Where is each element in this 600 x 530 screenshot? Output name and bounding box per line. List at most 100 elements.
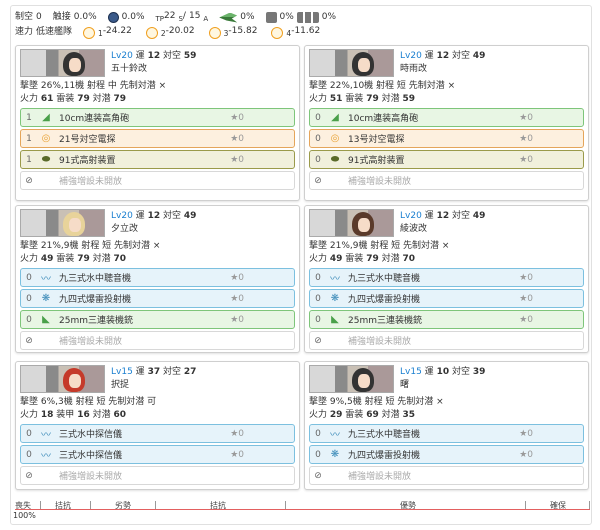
reinforcement-slot[interactable]: ⊘ 補強増設未開放	[309, 466, 584, 485]
ship-name[interactable]: 時雨改	[400, 63, 485, 76]
ship-stats: 撃墜 9%,5機 射程 短 先制対潜 × 火力 29 雷装 69 対潜 35	[305, 396, 588, 422]
aa-value: 39	[472, 367, 486, 377]
exp-4: 4-11.62	[286, 26, 321, 38]
ship-level: Lv20	[400, 211, 422, 221]
ship-card[interactable]: Lv20 運 12 対空 49 夕立改 撃墜 21%,9機 射程 短 先制対潜 …	[15, 205, 300, 353]
ship-header: Lv15 運 10 対空 39 曙	[305, 362, 588, 396]
luck-value: 12	[436, 51, 450, 61]
air-power-label: 制空	[15, 12, 34, 22]
aa-value: 49	[472, 51, 486, 61]
combat-stats-line: 火力 51 雷装 79 対潜 59	[309, 94, 416, 104]
reinforcement-slot[interactable]: ⊘ 補強増設未開放	[309, 171, 584, 190]
equipment-slot[interactable]: 0 ❋ 九四式爆雷投射機 ★0	[20, 289, 295, 308]
ship-meta: Lv15 運 37 対空 27 択捉	[111, 366, 196, 392]
speed-value: 低速艦隊	[36, 27, 73, 37]
reinforcement-slot[interactable]: ⊘ 補強増設未開放	[20, 171, 295, 190]
equipment-slot[interactable]: 0 〰 九三式水中聴音機 ★0	[20, 268, 295, 287]
ship-stats: 撃墜 21%,9機 射程 短 先制対潜 × 火力 49 雷装 79 対潜 70	[16, 240, 299, 266]
equipment-slot[interactable]: 0 〰 九三式水中聴音機 ★0	[309, 268, 584, 287]
air-state-label: 拮抗	[55, 501, 71, 510]
aa-label: 対空	[162, 51, 181, 61]
improvement-level: ★0	[519, 314, 533, 325]
improvement-level: ★0	[230, 293, 244, 304]
slot-count: 0	[315, 428, 321, 439]
ship-portrait[interactable]	[309, 365, 394, 393]
equipment-slot[interactable]: 1 ⬬ 91式高射装置 ★0	[20, 150, 295, 169]
sonar-icon: 〰	[41, 430, 51, 441]
ship-header: Lv20 運 12 対空 49 綾波改	[305, 206, 588, 240]
equipment-slot[interactable]: 1 ◎ 21号対空電探 ★0	[20, 129, 295, 148]
contact-label: 触接	[52, 12, 71, 22]
equipment-slot[interactable]: 0 ◣ 25mm三連装機銃 ★0	[20, 310, 295, 329]
ship-portrait[interactable]	[309, 49, 394, 77]
slot-count: 1	[26, 133, 32, 144]
ship-level: Lv20	[400, 51, 422, 61]
ship-header: Lv20 運 12 対空 59 五十鈴改	[16, 46, 299, 80]
ship-name[interactable]: 夕立改	[111, 223, 196, 236]
combat-stats-line: 火力 29 雷装 69 対潜 35	[309, 410, 416, 420]
sonar-icon: 〰	[330, 274, 340, 285]
radar-icon: ◎	[330, 133, 340, 144]
radar-icon: ◎	[41, 133, 51, 144]
improvement-level: ★0	[230, 133, 244, 144]
luck-label: 運	[135, 211, 145, 221]
ship-card[interactable]: Lv20 運 12 対空 59 五十鈴改 撃墜 26%,11機 射程 中 先制対…	[15, 45, 300, 201]
luck-label: 運	[135, 51, 145, 61]
air-state-label: 劣勢	[115, 501, 131, 510]
equipment-slot[interactable]: 0 〰 三式水中探信儀 ★0	[20, 424, 295, 443]
ship-meta: Lv15 運 10 対空 39 曙	[400, 366, 485, 392]
aa-value: 49	[183, 211, 197, 221]
luck-label: 運	[424, 51, 434, 61]
prohibited-icon: ⊘	[314, 175, 322, 186]
luck-label: 運	[424, 367, 434, 377]
ship-card[interactable]: Lv20 運 12 対空 49 時雨改 撃墜 22%,10機 射程 短 先制対潜…	[304, 45, 589, 201]
speed-label: 速力	[15, 27, 34, 37]
machine-gun-icon: ◣	[42, 314, 50, 325]
luck-value: 37	[147, 367, 161, 377]
equipment-slot[interactable]: 0 ◣ 25mm三連装機銃 ★0	[309, 310, 584, 329]
ship-card[interactable]: Lv15 運 10 対空 39 曙 撃墜 9%,5機 射程 短 先制対潜 × 火…	[304, 361, 589, 490]
improvement-level: ★0	[230, 272, 244, 283]
improvement-level: ★0	[230, 314, 244, 325]
ship-card[interactable]: Lv20 運 12 対空 49 綾波改 撃墜 21%,9機 射程 短 先制対潜 …	[304, 205, 589, 353]
reinforcement-slot-label: 補強増設未開放	[348, 472, 412, 482]
improvement-level: ★0	[519, 133, 533, 144]
ship-header: Lv20 運 12 対空 49 夕立改	[16, 206, 299, 240]
equipment-slot[interactable]: 0 ❋ 九四式爆雷投射機 ★0	[309, 445, 584, 464]
improvement-level: ★0	[519, 112, 533, 123]
equipment-name: 九四式爆雷投射機	[348, 295, 421, 305]
ship-portrait[interactable]	[20, 365, 105, 393]
reinforcement-slot[interactable]: ⊘ 補強増設未開放	[20, 331, 295, 350]
air-state-bar: 喪失 拮抗 劣勢 拮抗 優勢 確保 100%	[13, 500, 590, 520]
ship-name[interactable]: 曙	[400, 379, 485, 392]
equipment-slot[interactable]: 0 ⬬ 91式高射装置 ★0	[309, 150, 584, 169]
air-power-value: 0	[36, 12, 42, 22]
prohibited-icon: ⊘	[25, 335, 33, 346]
equipment-name: 13号対空電探	[348, 135, 405, 145]
equipment-slot[interactable]: 0 〰 九三式水中聴音機 ★0	[309, 424, 584, 443]
equipment-slot[interactable]: 0 ❋ 九四式爆雷投射機 ★0	[309, 289, 584, 308]
exp-3: 3-15.82	[223, 26, 258, 38]
ship-card[interactable]: Lv15 運 37 対空 27 択捉 撃墜 6%,3機 射程 短 先制対潜 可 …	[15, 361, 300, 490]
ship-name[interactable]: 五十鈴改	[111, 63, 196, 76]
machine-gun-icon: ◣	[331, 314, 339, 325]
equipment-slot[interactable]: 1 ◢ 10cm連装高角砲 ★0	[20, 108, 295, 127]
equipment-slot[interactable]: 0 〰 三式水中探信儀 ★0	[20, 445, 295, 464]
air-state-label: 確保	[550, 501, 566, 510]
reinforcement-slot[interactable]: ⊘ 補強増設未開放	[20, 466, 295, 485]
radar-value: 0.0%	[121, 12, 145, 22]
ship-portrait[interactable]	[309, 209, 394, 237]
aa-shootdown-line: 撃墜 21%,9機 射程 短 先制対潜 ×	[20, 241, 161, 251]
exp-icon	[83, 26, 96, 39]
equipment-slot[interactable]: 0 ◢ 10cm連装高角砲 ★0	[309, 108, 584, 127]
ship-name[interactable]: 綾波改	[400, 223, 485, 236]
aa-value: 27	[183, 367, 197, 377]
air-state-label: 拮抗	[210, 501, 226, 510]
equipment-name: 91式高射装置	[348, 156, 405, 166]
aa-label: 対空	[162, 211, 181, 221]
ship-name[interactable]: 択捉	[111, 379, 196, 392]
equipment-slot[interactable]: 0 ◎ 13号対空電探 ★0	[309, 129, 584, 148]
ship-portrait[interactable]	[20, 49, 105, 77]
ship-portrait[interactable]	[20, 209, 105, 237]
reinforcement-slot[interactable]: ⊘ 補強増設未開放	[309, 331, 584, 350]
